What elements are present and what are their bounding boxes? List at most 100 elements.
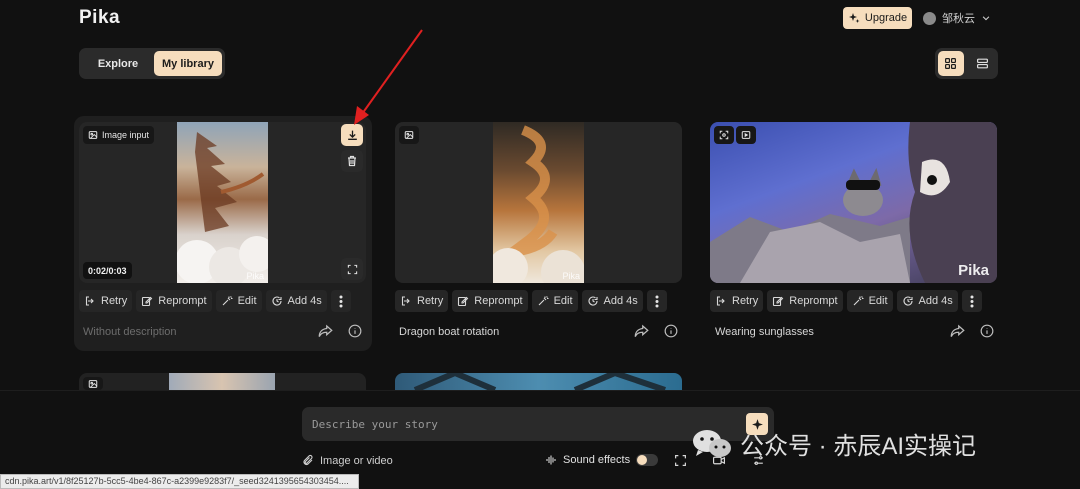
edit-button[interactable]: Edit (215, 290, 262, 312)
sparkle-icon (848, 12, 860, 24)
card-1-description: Without description (83, 326, 177, 338)
sky-thumbnail (169, 373, 275, 390)
tent-thumbnail (413, 373, 666, 390)
sound-effects-control: Sound effects (545, 454, 659, 466)
crop-frame-icon (674, 454, 687, 467)
add-4s-button[interactable]: Add 4s (581, 290, 643, 312)
more-options-button[interactable] (330, 290, 351, 312)
video-preview-3[interactable]: Pika (710, 122, 997, 283)
video-input-badge (736, 126, 756, 144)
card-2-actions: Retry Reprompt Edit Add 4s (395, 290, 667, 312)
retry-button[interactable]: Retry (79, 290, 133, 312)
toggle-knob (637, 455, 648, 465)
avatar (923, 11, 936, 25)
image-input-badge (83, 377, 103, 390)
playback-time: 0:02/0:03 (83, 262, 132, 279)
more-vertical-icon (655, 295, 659, 308)
share-button[interactable] (634, 324, 649, 338)
upgrade-button[interactable]: Upgrade (843, 7, 912, 29)
retry-label: Retry (101, 295, 128, 307)
expand-icon (347, 264, 358, 275)
tab-explore[interactable]: Explore (82, 51, 154, 76)
retry-button[interactable]: Retry (395, 290, 449, 312)
info-icon (664, 324, 678, 338)
image-input-badge (399, 126, 419, 144)
extend-icon (587, 295, 599, 307)
download-icon (346, 129, 359, 142)
palace-thumbnail: Pika (177, 122, 268, 283)
attach-media-button[interactable]: Image or video (302, 454, 393, 467)
share-button[interactable] (318, 324, 333, 338)
scan-icon (719, 130, 729, 140)
section-divider (0, 390, 1080, 391)
info-button[interactable] (664, 324, 678, 338)
video-preview-4[interactable] (79, 373, 366, 390)
story-prompt-input[interactable] (312, 415, 732, 433)
delete-button[interactable] (341, 150, 363, 172)
user-menu[interactable]: 邹秋云 (923, 8, 991, 28)
watermark-text: 公众号 · 赤辰AI实操记 (740, 433, 977, 460)
info-button[interactable] (348, 324, 362, 338)
extend-icon (902, 295, 914, 307)
retry-icon (400, 295, 412, 307)
status-bar-url: cdn.pika.art/v1/8f25127b-5cc5-4be4-867c-… (0, 474, 359, 489)
sound-effects-label: Sound effects (563, 454, 631, 466)
reprompt-button[interactable]: Reprompt (452, 290, 528, 312)
chevron-down-icon (981, 13, 991, 23)
list-view-button[interactable] (970, 51, 996, 76)
sound-wave-icon (545, 454, 557, 466)
edit-label: Edit (237, 295, 257, 307)
reprompt-label: Reprompt (474, 295, 523, 307)
upgrade-label: Upgrade (864, 12, 908, 24)
card-3-actions: Retry Reprompt Edit Add 4s (710, 290, 982, 312)
image-input-label: Image input (102, 130, 150, 140)
edit-button[interactable]: Edit (846, 290, 893, 312)
share-icon (634, 324, 649, 338)
share-icon (950, 324, 965, 338)
add-4s-button[interactable]: Add 4s (896, 290, 958, 312)
reprompt-button[interactable]: Reprompt (136, 290, 212, 312)
add-4s-label: Add 4s (603, 295, 638, 307)
list-icon (976, 57, 989, 70)
magic-wand-icon (221, 295, 233, 307)
more-vertical-icon (970, 295, 974, 308)
sound-effects-toggle[interactable] (636, 454, 659, 466)
image-icon (88, 379, 98, 389)
pika-logo[interactable]: Pika (79, 7, 120, 29)
pencil-icon (772, 295, 784, 307)
video-preview-2[interactable]: Pika (395, 122, 682, 283)
fullscreen-button[interactable] (341, 258, 363, 280)
pencil-icon (141, 295, 153, 307)
add-4s-label: Add 4s (918, 295, 953, 307)
reprompt-label: Reprompt (158, 295, 207, 307)
video-preview-5[interactable] (395, 373, 682, 390)
tab-my-library[interactable]: My library (154, 51, 222, 76)
add-4s-button[interactable]: Add 4s (265, 290, 327, 312)
library-tab-switch: Explore My library (79, 48, 225, 79)
retry-label: Retry (417, 295, 444, 307)
image-input-badge: Image input (83, 126, 155, 144)
image-icon (88, 130, 98, 140)
grid-view-button[interactable] (938, 51, 964, 76)
more-vertical-icon (339, 295, 343, 308)
share-icon (318, 324, 333, 338)
play-icon (741, 130, 751, 140)
share-button[interactable] (950, 324, 965, 338)
video-watermark: Pika (246, 271, 264, 281)
reprompt-button[interactable]: Reprompt (767, 290, 843, 312)
attach-label: Image or video (320, 454, 393, 467)
info-button[interactable] (980, 324, 994, 338)
retry-icon (715, 295, 727, 307)
more-options-button[interactable] (646, 290, 667, 312)
edit-label: Edit (868, 295, 888, 307)
video-watermark: Pika (958, 262, 989, 279)
video-watermark: Pika (562, 271, 580, 281)
more-options-button[interactable] (961, 290, 982, 312)
reprompt-label: Reprompt (789, 295, 838, 307)
retry-button[interactable]: Retry (710, 290, 764, 312)
edit-button[interactable]: Edit (531, 290, 578, 312)
red-annotation-arrow (340, 28, 430, 128)
video-preview-1[interactable]: Pika Image input 0:02/0:03 (79, 122, 366, 283)
card-1-actions: Retry Reprompt Edit Add 4s (79, 290, 351, 312)
aspect-ratio-button[interactable] (674, 454, 687, 467)
